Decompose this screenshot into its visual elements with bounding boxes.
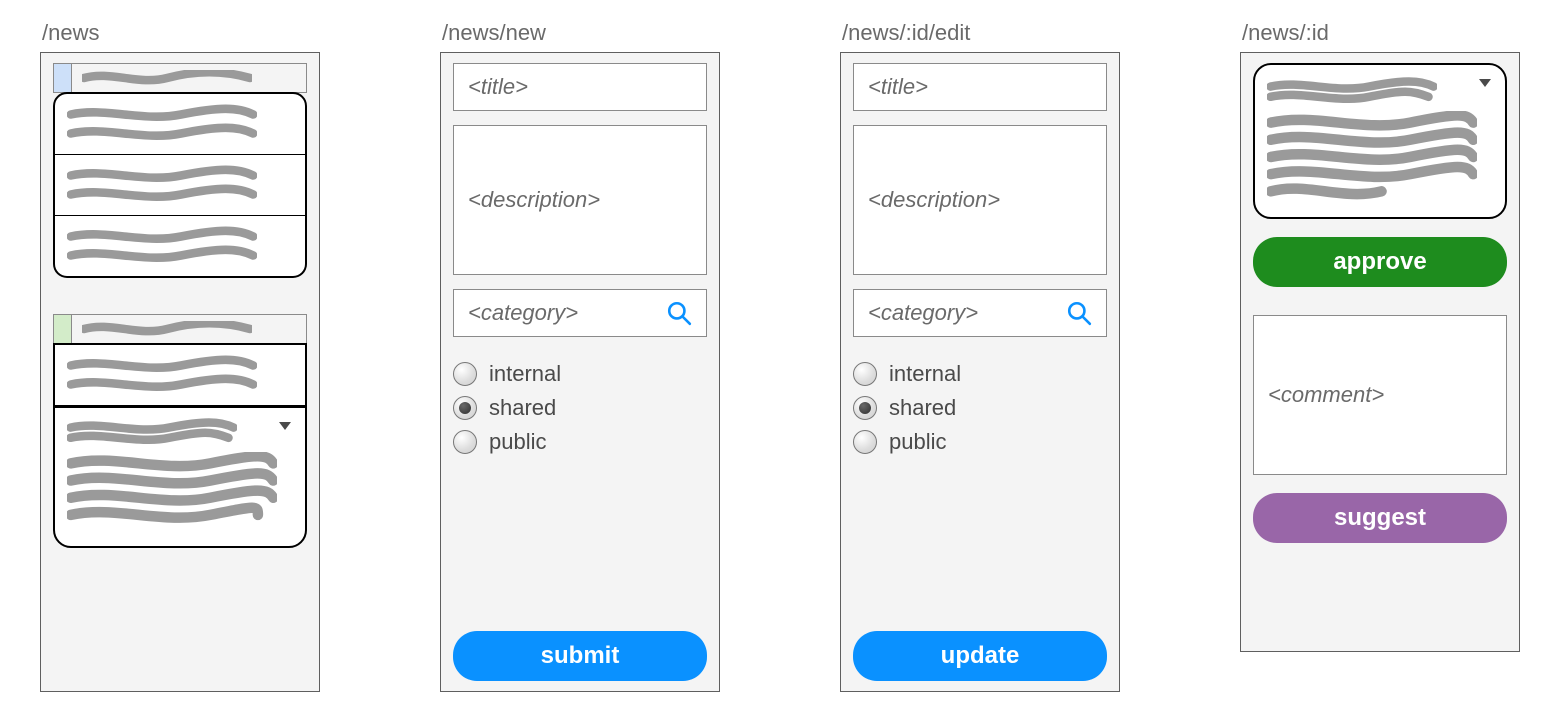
panel-news-list: [40, 52, 320, 692]
description-placeholder: <description>: [868, 187, 1000, 213]
panel-news-new: <title> <description> <category> interna…: [440, 52, 720, 692]
list-item[interactable]: [53, 343, 307, 407]
title-placeholder: <title>: [868, 74, 928, 100]
panel-news-show: approve <comment> suggest: [1240, 52, 1520, 652]
section-title-placeholder: [72, 66, 306, 90]
list-item[interactable]: [53, 216, 307, 278]
radio-label: shared: [889, 395, 956, 421]
section-chip-blue: [54, 64, 72, 92]
visibility-option-public[interactable]: public: [453, 425, 707, 459]
visibility-option-shared[interactable]: shared: [453, 391, 707, 425]
category-placeholder: <category>: [468, 300, 578, 326]
radio-icon: [453, 430, 477, 454]
approve-button-label: approve: [1333, 248, 1426, 276]
visibility-option-public[interactable]: public: [853, 425, 1107, 459]
route-label-edit: /news/:id/edit: [840, 20, 1120, 46]
title-input[interactable]: <title>: [453, 63, 707, 111]
list-item[interactable]: [53, 92, 307, 156]
radio-label: internal: [489, 361, 561, 387]
chevron-down-icon: [1479, 79, 1491, 87]
wireframe-news-list: /news: [40, 20, 320, 692]
section-header[interactable]: [53, 63, 307, 93]
search-icon: [666, 300, 692, 326]
visibility-option-shared[interactable]: shared: [853, 391, 1107, 425]
section-header[interactable]: [53, 314, 307, 344]
route-label-show: /news/:id: [1240, 20, 1520, 46]
visibility-radio-group: internal shared public: [853, 357, 1107, 459]
visibility-radio-group: internal shared public: [453, 357, 707, 459]
description-input[interactable]: <description>: [853, 125, 1107, 275]
radio-icon: [453, 396, 477, 420]
update-button-label: update: [941, 642, 1020, 670]
radio-icon: [853, 396, 877, 420]
category-input[interactable]: <category>: [853, 289, 1107, 337]
route-label-list: /news: [40, 20, 320, 46]
radio-label: internal: [889, 361, 961, 387]
route-label-new: /news/new: [440, 20, 720, 46]
update-button[interactable]: update: [853, 631, 1107, 681]
radio-label: shared: [489, 395, 556, 421]
wireframe-news-new: /news/new <title> <description> <categor…: [440, 20, 720, 692]
visibility-option-internal[interactable]: internal: [453, 357, 707, 391]
list-item[interactable]: [53, 155, 307, 217]
submit-button-label: submit: [541, 642, 620, 670]
section-title-placeholder: [72, 317, 306, 341]
radio-icon: [853, 362, 877, 386]
search-icon: [1066, 300, 1092, 326]
suggest-button[interactable]: suggest: [1253, 493, 1507, 543]
wireframe-news-edit: /news/:id/edit <title> <description> <ca…: [840, 20, 1120, 692]
approve-button[interactable]: approve: [1253, 237, 1507, 287]
submit-button[interactable]: submit: [453, 631, 707, 681]
panel-news-edit: <title> <description> <category> interna…: [840, 52, 1120, 692]
category-input[interactable]: <category>: [453, 289, 707, 337]
radio-icon: [853, 430, 877, 454]
suggest-button-label: suggest: [1334, 504, 1426, 532]
title-input[interactable]: <title>: [853, 63, 1107, 111]
radio-icon: [453, 362, 477, 386]
section-chip-green: [54, 315, 72, 343]
description-input[interactable]: <description>: [453, 125, 707, 275]
visibility-option-internal[interactable]: internal: [853, 357, 1107, 391]
chevron-down-icon: [279, 422, 291, 430]
radio-label: public: [889, 429, 946, 455]
news-detail-card[interactable]: [1253, 63, 1507, 219]
title-placeholder: <title>: [468, 74, 528, 100]
list-item-expanded[interactable]: [53, 406, 307, 548]
category-placeholder: <category>: [868, 300, 978, 326]
radio-label: public: [489, 429, 546, 455]
wireframe-news-show: /news/:id approve: [1240, 20, 1520, 652]
comment-input[interactable]: <comment>: [1253, 315, 1507, 475]
description-placeholder: <description>: [468, 187, 600, 213]
comment-placeholder: <comment>: [1268, 382, 1384, 408]
